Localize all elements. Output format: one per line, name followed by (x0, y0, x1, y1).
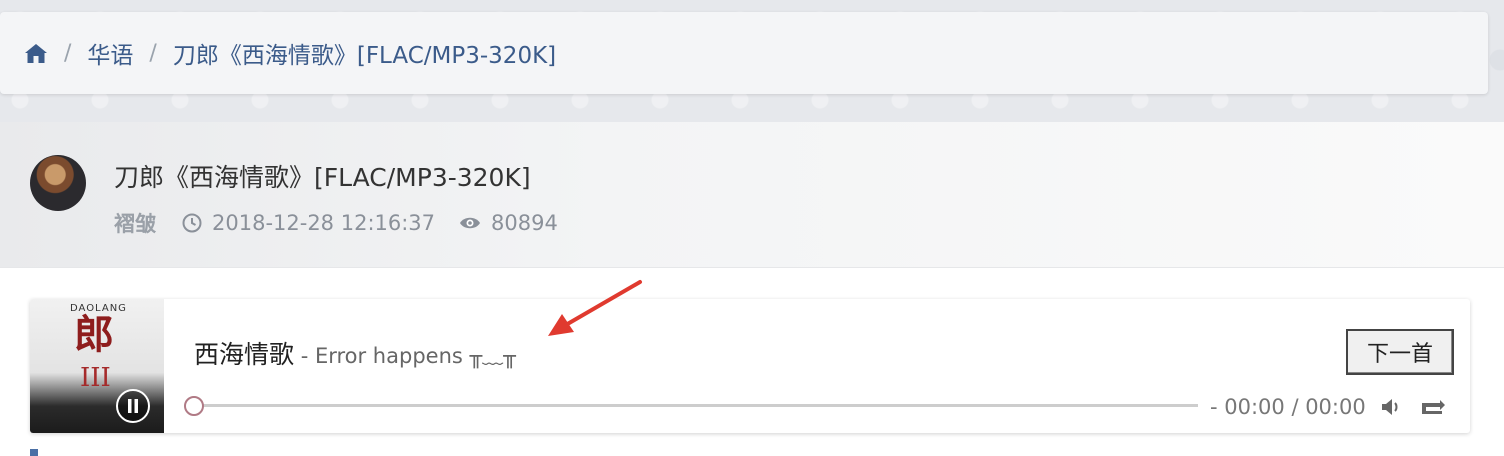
avatar[interactable] (30, 155, 86, 211)
breadcrumb-separator: / (149, 40, 157, 66)
song-title: 西海情歌 (194, 340, 295, 369)
post-date: 2018-12-28 12:16:37 (182, 211, 435, 235)
section-accent (30, 449, 38, 456)
clock-icon (182, 213, 202, 233)
progress-bar[interactable] (184, 395, 1198, 417)
annotation-arrow (548, 280, 642, 336)
music-player: DAOLANG 郎 III 西海情歌 - Error happens ╥﹏╥ 下… (30, 299, 1470, 433)
author-name[interactable]: 褶皱 (114, 208, 156, 238)
breadcrumb-current: 刀郎《西海情歌》[FLAC/MP3-320K] (172, 43, 557, 69)
post-meta: 褶皱 2018-12-28 12:16:37 80894 (114, 208, 582, 238)
post-date-text: 2018-12-28 12:16:37 (212, 211, 436, 235)
post-title: 刀郎《西海情歌》[FLAC/MP3-320K] (114, 163, 531, 192)
breadcrumb-separator: / (64, 40, 72, 66)
pause-icon (128, 399, 138, 413)
error-message: - Error happens ╥﹏╥ (294, 344, 516, 368)
pause-button[interactable] (116, 389, 150, 423)
cover-roman: III (80, 363, 111, 393)
breadcrumb-category[interactable]: 华语 (87, 36, 133, 70)
breadcrumb-home[interactable] (24, 42, 48, 64)
post-views-count: 80894 (491, 211, 558, 235)
progress-knob[interactable] (184, 396, 204, 416)
breadcrumb: / 华语 / 刀郎《西海情歌》[FLAC/MP3-320K] (0, 12, 1488, 94)
post-card: 刀郎《西海情歌》[FLAC/MP3-320K] 褶皱 2018-12-28 12… (0, 122, 1504, 456)
progress-track[interactable] (194, 404, 1198, 407)
loop-icon[interactable] (1418, 398, 1446, 416)
eye-icon (460, 217, 481, 229)
next-track-button[interactable]: 下一首 (1346, 329, 1454, 375)
album-cover: DAOLANG 郎 III (30, 299, 164, 433)
volume-icon[interactable] (1380, 396, 1402, 418)
post-header: 刀郎《西海情歌》[FLAC/MP3-320K] 褶皱 2018-12-28 12… (0, 122, 1504, 268)
cover-char: 郎 (74, 312, 114, 358)
track-info: 西海情歌 - Error happens ╥﹏╥ (194, 335, 516, 371)
time-display: - 00:00 / 00:00 (1210, 395, 1366, 419)
home-icon[interactable] (24, 42, 48, 64)
post-views: 80894 (459, 211, 558, 235)
